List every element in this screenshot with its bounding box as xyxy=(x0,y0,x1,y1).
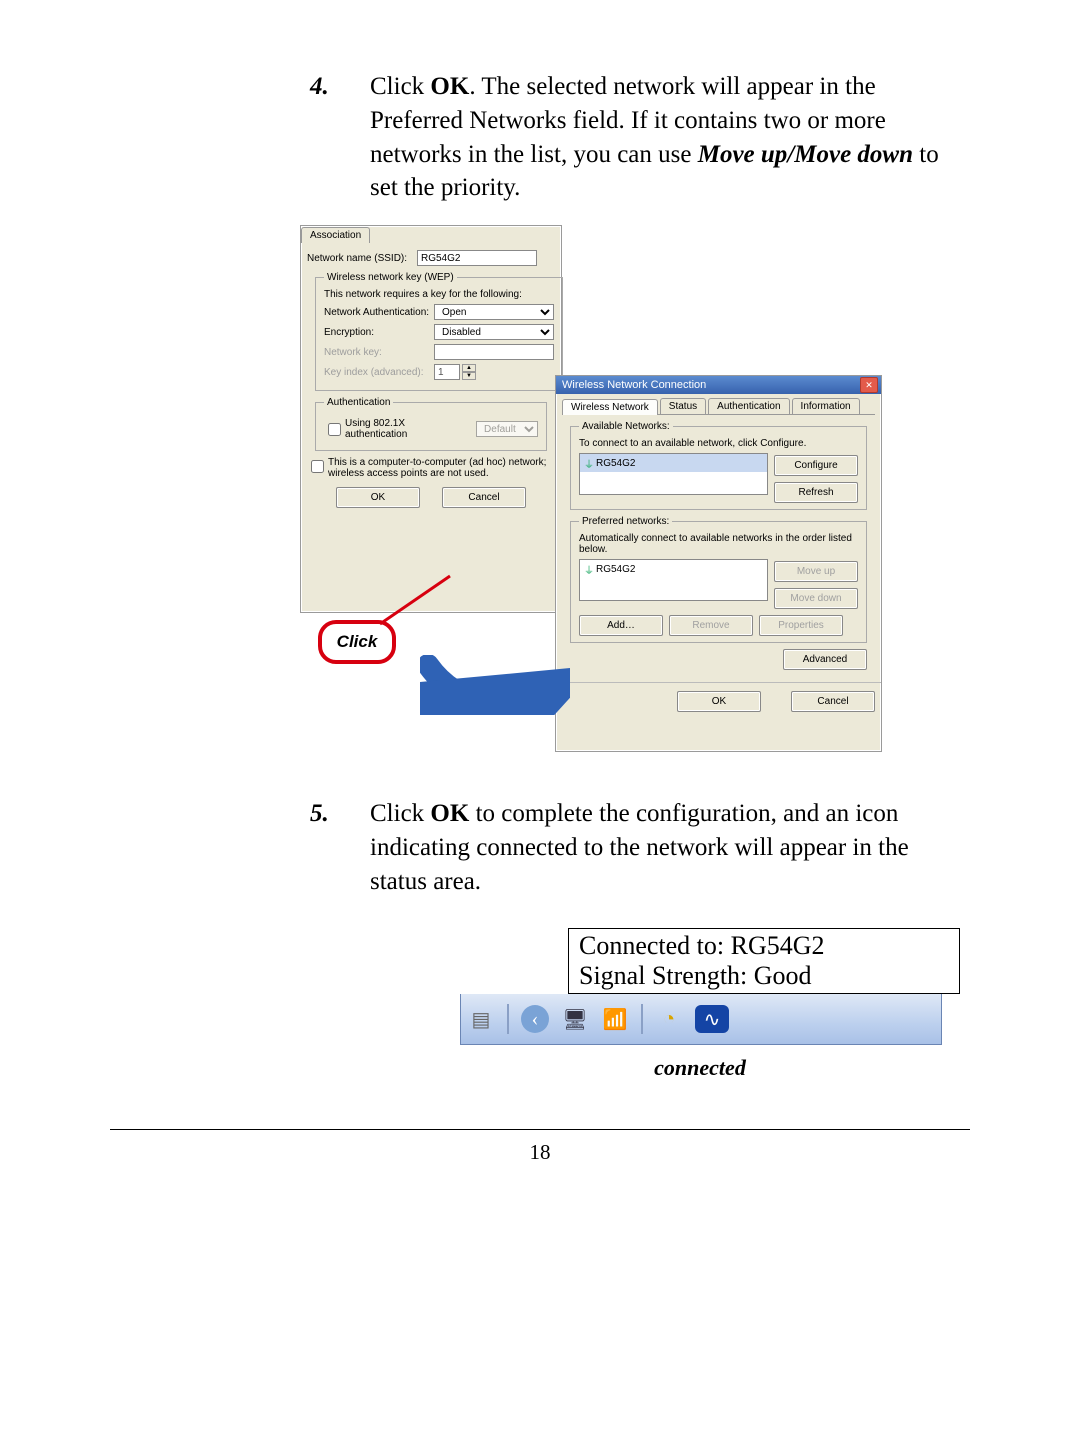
auth-label: Network Authentication: xyxy=(324,307,434,318)
tab-authentication[interactable]: Authentication xyxy=(708,398,789,414)
titlebar: Wireless Network Connection ✕ xyxy=(556,376,881,394)
screenshot-composite: Association Network name (SSID): Wireles… xyxy=(300,225,880,757)
preferred-note: Automatically connect to available netwo… xyxy=(579,533,858,555)
refresh-button[interactable]: Refresh xyxy=(774,482,858,503)
list-item[interactable]: ⏚RG54G2 xyxy=(580,560,767,578)
callout-line-icon xyxy=(372,572,462,632)
step-5: 5. Click OK to complete the configuratio… xyxy=(310,797,970,898)
list-item-label: RG54G2 xyxy=(596,458,635,469)
tray-separator xyxy=(641,1004,643,1034)
close-icon[interactable]: ✕ xyxy=(860,377,878,393)
wep-note: This network requires a key for the foll… xyxy=(324,289,554,300)
preferred-networks-group: Preferred networks: Automatically connec… xyxy=(570,516,867,643)
available-note: To connect to an available network, clic… xyxy=(579,438,858,449)
ssid-label: Network name (SSID): xyxy=(307,253,417,264)
tray-screenshot: Connected to: RG54G2 Signal Strength: Go… xyxy=(460,928,940,1081)
arrow-swoosh-icon xyxy=(420,655,570,720)
figure-caption: connected xyxy=(460,1055,940,1081)
tab-association[interactable]: Association xyxy=(301,227,370,243)
available-networks-group: Available Networks: To connect to an ava… xyxy=(570,421,867,510)
properties-button[interactable]: Properties xyxy=(759,615,843,636)
document-page: 4. Click OK. The selected network will a… xyxy=(0,0,1080,1451)
wifi-icon: ⏚ xyxy=(584,456,596,471)
ssid-input[interactable] xyxy=(417,250,537,266)
dialog-title: Wireless Network Connection xyxy=(562,379,706,391)
use-8021x-label: Using 802.1X authentication xyxy=(345,418,470,440)
step-5-body: Click OK to complete the configuration, … xyxy=(370,797,970,898)
callout-label: Click xyxy=(337,632,378,652)
wifi-icon: ⏚ xyxy=(584,562,596,577)
association-dialog: Association Network name (SSID): Wireles… xyxy=(300,225,562,613)
keyword-movedown: Move down xyxy=(794,141,913,168)
available-listbox[interactable]: ⏚RG54G2 xyxy=(579,453,768,495)
step-number: 5. xyxy=(310,797,370,898)
spin-up-icon: ▲ xyxy=(462,364,476,372)
tab-information[interactable]: Information xyxy=(792,398,860,414)
auth-select[interactable]: Open xyxy=(434,304,554,320)
spin-down-icon: ▼ xyxy=(462,372,476,380)
tray-app-icon: ∿ xyxy=(695,1005,729,1033)
adhoc-label: This is a computer-to-computer (ad hoc) … xyxy=(328,457,555,479)
tooltip-line-2: Signal Strength: Good xyxy=(579,961,949,991)
add-button[interactable]: Add… xyxy=(579,615,663,636)
step-number: 4. xyxy=(310,70,370,205)
step-4: 4. Click OK. The selected network will a… xyxy=(310,70,970,205)
wireless-connection-dialog: Wireless Network Connection ✕ Wireless N… xyxy=(555,375,882,752)
list-item-label: RG54G2 xyxy=(596,564,635,575)
tray-generic-icon: ▤ xyxy=(467,1005,495,1033)
tray-back-icon: ‹ xyxy=(521,1005,549,1033)
enc-label: Encryption: xyxy=(324,327,434,338)
preferred-legend: Preferred networks: xyxy=(579,516,672,527)
text: Click xyxy=(370,800,430,827)
connection-tooltip: Connected to: RG54G2 Signal Strength: Go… xyxy=(568,928,960,994)
text: Click xyxy=(370,73,430,100)
keyidx-label: Key index (advanced): xyxy=(324,367,434,378)
keyword-ok: OK xyxy=(430,800,469,827)
advanced-button[interactable]: Advanced xyxy=(783,649,867,670)
keyword-moveup: Move up xyxy=(698,141,788,168)
cancel-button[interactable]: Cancel xyxy=(791,691,875,712)
wep-legend: Wireless network key (WEP) xyxy=(324,272,457,283)
preferred-listbox[interactable]: ⏚RG54G2 xyxy=(579,559,768,601)
configure-button[interactable]: Configure xyxy=(774,455,858,476)
footer-rule xyxy=(110,1129,970,1130)
keyword-ok: OK xyxy=(430,73,469,100)
remove-button[interactable]: Remove xyxy=(669,615,753,636)
tray-wireless-icon: 📶 xyxy=(601,1005,629,1033)
use-8021x-checkbox[interactable] xyxy=(328,423,341,436)
wep-group: Wireless network key (WEP) This network … xyxy=(315,272,563,391)
system-tray: ▤ ‹ 🖥 📶 ◔ ∿ xyxy=(460,994,942,1045)
move-up-button[interactable]: Move up xyxy=(774,561,858,582)
tooltip-line-1: Connected to: RG54G2 xyxy=(579,931,949,961)
authn-group: Authentication Using 802.1X authenticati… xyxy=(315,397,547,451)
adhoc-checkbox[interactable] xyxy=(311,460,324,473)
list-item[interactable]: ⏚RG54G2 xyxy=(580,454,767,472)
ok-button[interactable]: OK xyxy=(336,487,420,508)
available-legend: Available Networks: xyxy=(579,421,673,432)
step-4-body: Click OK. The selected network will appe… xyxy=(370,70,970,205)
keyidx-input xyxy=(434,364,460,380)
key-label: Network key: xyxy=(324,347,434,358)
authn-legend: Authentication xyxy=(324,397,393,408)
tab-wireless-network[interactable]: Wireless Network xyxy=(562,399,658,415)
tab-status[interactable]: Status xyxy=(660,398,706,414)
tray-separator xyxy=(507,1004,509,1034)
enc-select[interactable]: Disabled xyxy=(434,324,554,340)
page-number: 18 xyxy=(110,1140,970,1165)
eap-select: Default xyxy=(476,421,538,437)
tray-clock-icon: ◔ xyxy=(655,1005,683,1033)
move-down-button[interactable]: Move down xyxy=(774,588,858,609)
cancel-button[interactable]: Cancel xyxy=(442,487,526,508)
ok-button[interactable]: OK xyxy=(677,691,761,712)
click-callout: Click xyxy=(318,620,396,664)
key-input xyxy=(434,344,554,360)
tray-network-icon: 🖥 xyxy=(561,1005,589,1033)
